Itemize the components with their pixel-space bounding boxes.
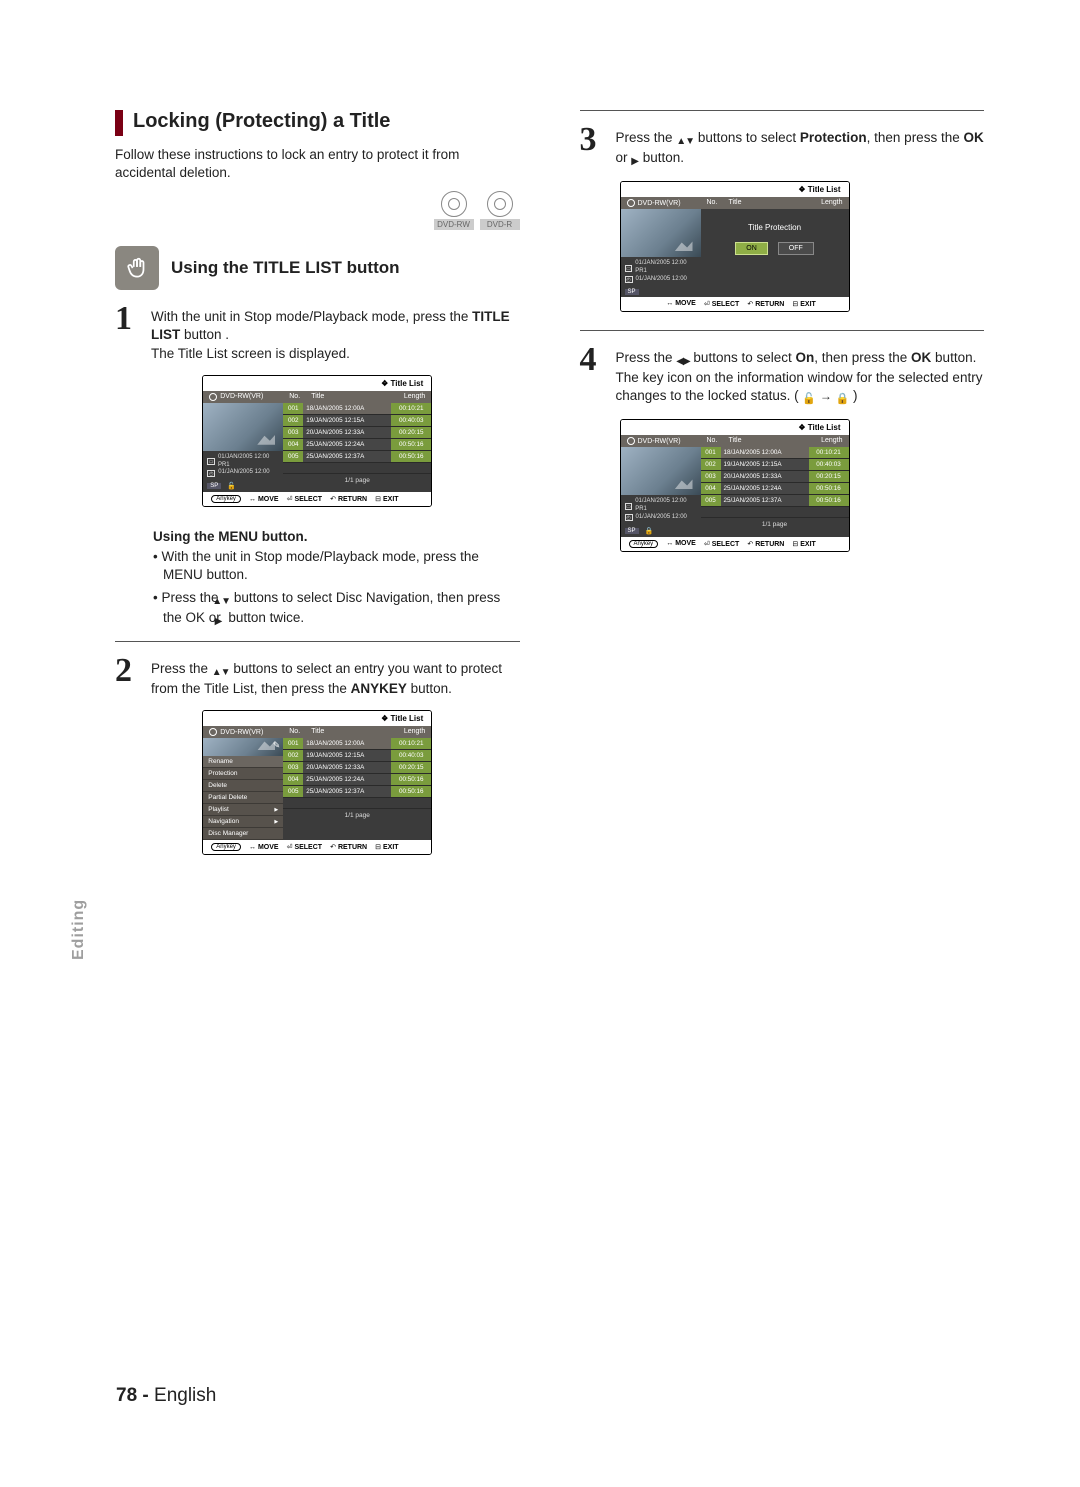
lock-closed-icon xyxy=(836,389,850,407)
subsection-heading: Using the TITLE LIST button xyxy=(171,258,400,278)
left-column: Locking (Protecting) a Title Follow thes… xyxy=(115,110,520,873)
right-icon xyxy=(631,151,639,169)
side-tab-label: Editing xyxy=(70,899,88,960)
menu-item-disc-manager[interactable]: Disc Manager xyxy=(203,828,283,840)
arrow-right-icon xyxy=(820,388,832,403)
step-number-4: 4 xyxy=(580,345,608,376)
page-number: 78 - English xyxy=(116,1385,216,1407)
protection-off-button[interactable]: OFF xyxy=(778,242,814,255)
menu-button-heading: Using the MENU button. xyxy=(153,529,520,544)
ui-title-list-locked: Title List DVD-RW(VR) No. Title Length ▭… xyxy=(620,419,850,551)
menu-item-partial-delete[interactable]: Partial Delete xyxy=(203,792,283,804)
left-right-icon xyxy=(676,351,689,369)
menu-item-playlist[interactable]: Playlist xyxy=(203,804,283,816)
menu-item-delete[interactable]: Delete xyxy=(203,780,283,792)
ui-anykey-menu: Title List DVD-RW(VR) No. Title Length R… xyxy=(202,710,432,855)
step-number-2: 2 xyxy=(115,656,143,687)
hand-icon xyxy=(115,246,159,290)
step-1: 1 With the unit in Stop mode/Playback mo… xyxy=(115,304,520,363)
lock-open-icon xyxy=(802,389,816,407)
ui-title-list: Title List DVD-RW(VR) No. Title Length ▭… xyxy=(202,375,432,507)
section-intro: Follow these instructions to lock an ent… xyxy=(115,146,520,181)
step-number-3: 3 xyxy=(580,125,608,156)
protection-dialog-label: Title Protection xyxy=(709,223,841,232)
disc-type-icons: DVD-RW DVD-R xyxy=(115,191,520,230)
section-title: Locking (Protecting) a Title xyxy=(133,110,390,133)
step-4: 4 Press the buttons to select On, then p… xyxy=(580,345,985,408)
title-list-rows: 00118/JAN/2005 12:00A00:10:21 00219/JAN/… xyxy=(283,403,431,492)
step-number-1: 1 xyxy=(115,304,143,335)
up-down-icon xyxy=(676,131,694,149)
lock-icon xyxy=(645,527,654,535)
menu-item-navigation[interactable]: Navigation xyxy=(203,816,283,828)
step-2: 2 Press the buttons to select an entry y… xyxy=(115,656,520,698)
menu-bullets: With the unit in Stop mode/Playback mode… xyxy=(153,548,520,629)
menu-item-rename[interactable]: Rename xyxy=(203,756,283,768)
right-column: 3 Press the buttons to select Protection… xyxy=(580,110,985,873)
up-down-icon xyxy=(222,591,230,609)
disc-icon-dvd-rw: DVD-RW xyxy=(434,191,474,230)
menu-item-protection[interactable]: Protection xyxy=(203,768,283,780)
protection-on-button[interactable]: ON xyxy=(735,242,768,255)
ui-title-protection: Title List DVD-RW(VR) No. Title Length ▭… xyxy=(620,181,850,311)
section-accent-bar xyxy=(115,110,123,136)
disc-icon-dvd-r: DVD-R xyxy=(480,191,520,230)
up-down-icon xyxy=(212,662,230,680)
step-3: 3 Press the buttons to select Protection… xyxy=(580,125,985,169)
